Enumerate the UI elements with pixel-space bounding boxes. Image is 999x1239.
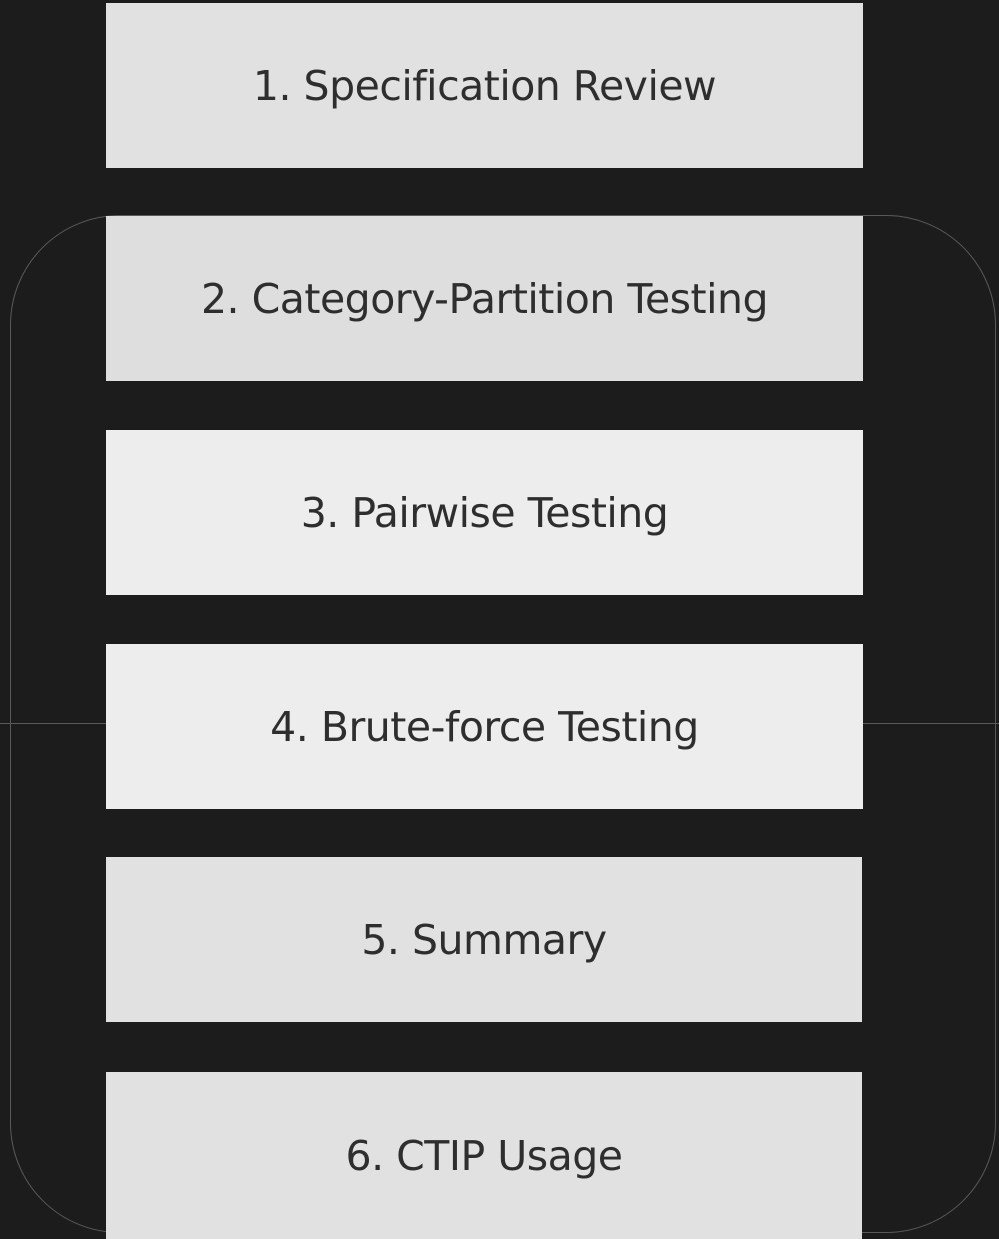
step-6-label: 6. CTIP Usage [345,1131,623,1180]
step-5-label: 5. Summary [361,915,607,964]
step-2-label: 2. Category-Partition Testing [200,274,769,323]
connector-line-right [863,723,999,724]
step-3-label: 3. Pairwise Testing [300,488,669,537]
step-6-box: 6. CTIP Usage [106,1072,862,1239]
step-4-box: 4. Brute-force Testing [106,644,863,809]
step-3-box: 3. Pairwise Testing [106,430,863,595]
step-1-label: 1. Specification Review [252,61,717,110]
connector-line-left [0,723,106,724]
step-1-box: 1. Specification Review [106,3,863,168]
step-5-box: 5. Summary [106,857,862,1022]
step-4-label: 4. Brute-force Testing [270,702,699,751]
step-2-box: 2. Category-Partition Testing [106,216,863,381]
